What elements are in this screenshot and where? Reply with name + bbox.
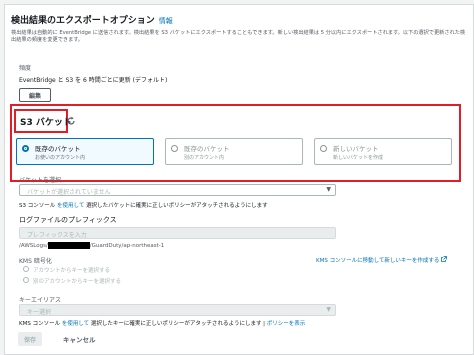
tile-subtitle: 別のアカウント内 bbox=[184, 155, 225, 161]
tile-subtitle: お使いのアカウント内 bbox=[35, 155, 86, 161]
caret-down-icon: ▼ bbox=[326, 186, 331, 193]
external-link-icon bbox=[441, 256, 448, 262]
log-prefix-placeholder: プレフィックスを入力 bbox=[27, 232, 87, 239]
radio-new-bucket[interactable] bbox=[320, 145, 327, 152]
kms-console-hint-link[interactable]: を使用して bbox=[62, 321, 89, 327]
frequency-value: EventBridge と S3 を 6 時間ごとに更新 (デフォルト) bbox=[19, 77, 168, 84]
info-link[interactable]: 情報 bbox=[159, 17, 173, 25]
refresh-icon[interactable] bbox=[66, 116, 76, 126]
redacted-account-id bbox=[47, 242, 90, 249]
edit-button[interactable]: 編集 bbox=[19, 88, 51, 102]
tile-new-bucket[interactable]: 新しいバケット 新しいバケットを作成 bbox=[314, 138, 452, 165]
kms-console-hint: KMS コンソール を使用して 選択したキーに確実に正しいポリシーがアタッチされ… bbox=[19, 321, 306, 327]
s3-bucket-title: S3 バケット bbox=[20, 118, 72, 128]
panel-header: 検出結果のエクスポートオプション 情報 検出結果は自動的に EventBridge… bbox=[5, 5, 474, 47]
bucket-select-label: バケットを選択 bbox=[19, 177, 62, 184]
s3-console-hint: S3 コンソール を使用して 選択したバケットに確実に正しいポリシーがアタッチさ… bbox=[19, 203, 268, 209]
radio-existing-own[interactable] bbox=[22, 145, 29, 152]
tile-title: 既存のバケット bbox=[35, 145, 81, 153]
key-alias-label: キーエイリアス bbox=[19, 297, 62, 304]
log-prefix-input[interactable]: プレフィックスを入力 bbox=[19, 227, 336, 239]
kms-option-other: 別のアカウントからキーを選択する bbox=[33, 279, 122, 285]
tile-existing-bucket-other-account[interactable]: 既存のバケット 別のアカウント内 bbox=[165, 138, 303, 165]
bucket-select[interactable]: バケットが選択されていません ▼ bbox=[19, 184, 336, 196]
radio-kms-own-account[interactable] bbox=[23, 266, 29, 272]
tile-title: 新しいバケット bbox=[333, 145, 379, 153]
tile-subtitle: 新しいバケットを作成 bbox=[333, 155, 384, 161]
cancel-button[interactable]: キャンセル bbox=[63, 334, 96, 344]
view-policy-link[interactable]: ポリシーを表示 bbox=[267, 321, 306, 327]
tile-existing-bucket-own-account[interactable]: 既存のバケット お使いのアカウント内 bbox=[16, 138, 154, 165]
page-title: 検出結果のエクスポートオプション 情報 bbox=[11, 16, 173, 26]
radio-kms-other-account[interactable] bbox=[23, 277, 29, 283]
key-alias-select[interactable]: キー選択 ▼ bbox=[19, 304, 336, 316]
header-description: 検出結果は自動的に EventBridge に送信されます。検出結果を S3 バ… bbox=[11, 30, 466, 43]
log-prefix-label: ログファイルのプレフィックス bbox=[19, 216, 117, 224]
caret-down-icon: ▼ bbox=[326, 306, 331, 313]
key-alias-placeholder: キー選択 bbox=[27, 309, 52, 316]
export-options-card: 検出結果のエクスポートオプション 情報 検出結果は自動的に EventBridge… bbox=[4, 4, 474, 355]
bucket-select-placeholder: バケットが選択されていません bbox=[27, 189, 111, 196]
kms-console-link[interactable]: KMS コンソールに移動して新しいキーを作成する bbox=[316, 256, 448, 264]
log-path: /AWSLogs//GuardDuty/ap-northeast-1 bbox=[19, 242, 165, 249]
save-button[interactable]: 保存 bbox=[18, 332, 42, 346]
kms-encryption-label: KMS 暗号化 bbox=[19, 258, 52, 265]
kms-option-own: アカウントからキーを選択する bbox=[33, 268, 111, 274]
frequency-label: 頻度 bbox=[19, 65, 32, 72]
s3-console-link[interactable]: を使用して bbox=[57, 203, 84, 209]
tile-title: 既存のバケット bbox=[184, 145, 230, 153]
radio-existing-other[interactable] bbox=[171, 145, 178, 152]
